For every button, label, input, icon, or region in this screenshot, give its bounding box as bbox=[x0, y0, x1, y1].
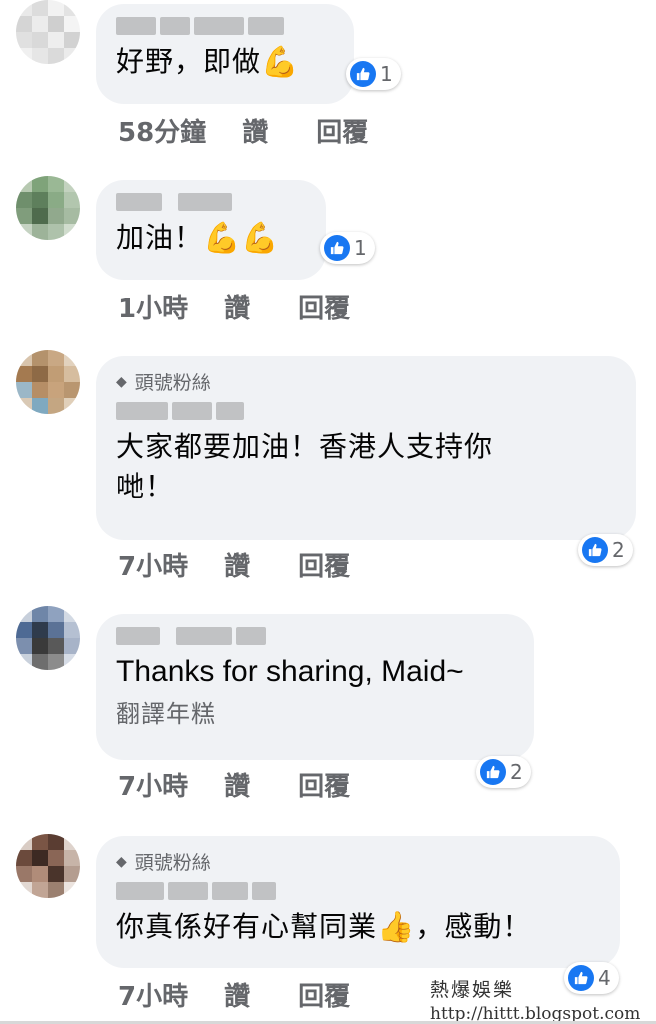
reply-link[interactable]: 回覆 bbox=[298, 976, 350, 1013]
avatar[interactable] bbox=[16, 350, 80, 414]
flexed-biceps-icon: 💪💪 bbox=[203, 221, 280, 256]
comment-text: Thanks for sharing, Maid~ bbox=[116, 655, 464, 688]
thumbs-up-icon bbox=[324, 235, 350, 261]
top-fan-badge: ◆ 頭號粉絲 bbox=[116, 852, 211, 874]
thumbs-up-icon bbox=[350, 61, 376, 87]
timestamp[interactable]: 7小時 bbox=[118, 976, 188, 1013]
comment-text: 加油！💪💪 bbox=[116, 221, 280, 256]
comment-actions: 7小時 讚 回覆 bbox=[118, 976, 398, 1013]
translate-link[interactable]: 翻譯年糕 bbox=[116, 694, 514, 729]
like-link[interactable]: 讚 bbox=[242, 112, 268, 149]
reaction-count[interactable]: 1 bbox=[346, 58, 401, 90]
comment-bubble: 好野，即做💪 bbox=[96, 4, 354, 104]
comment-actions: 58分鐘 讚 回覆 bbox=[118, 112, 416, 149]
diamond-icon: ◆ bbox=[116, 373, 127, 390]
reply-link[interactable]: 回覆 bbox=[298, 288, 350, 325]
comment-actions: 7小時 讚 回覆 bbox=[118, 766, 398, 803]
like-link[interactable]: 讚 bbox=[224, 976, 250, 1013]
avatar[interactable] bbox=[16, 606, 80, 670]
timestamp[interactable]: 1小時 bbox=[118, 288, 188, 325]
thumbs-up-icon bbox=[480, 759, 506, 785]
thumbs-up-icon bbox=[582, 537, 608, 563]
diamond-icon: ◆ bbox=[116, 853, 127, 870]
comment-bubble: 加油！💪💪 bbox=[96, 180, 326, 280]
blurred-author-name[interactable] bbox=[116, 626, 514, 646]
blurred-author-name[interactable] bbox=[116, 401, 616, 421]
comment-text: 好野，即做💪 bbox=[116, 45, 300, 80]
blurred-author-name[interactable] bbox=[116, 881, 600, 901]
watermark: 熱爆娛樂 http://hittt.blogspot.com bbox=[430, 975, 640, 1024]
timestamp[interactable]: 58分鐘 bbox=[118, 112, 206, 149]
flexed-biceps-icon: 💪 bbox=[261, 45, 300, 80]
reaction-count[interactable]: 1 bbox=[320, 232, 375, 264]
reaction-count[interactable]: 2 bbox=[476, 756, 531, 788]
comment-bubble: ◆ 頭號粉絲 大家都要加油！香港人支持你 哋！ bbox=[96, 356, 636, 540]
comment-bubble: Thanks for sharing, Maid~ 翻譯年糕 bbox=[96, 614, 534, 760]
timestamp[interactable]: 7小時 bbox=[118, 766, 188, 803]
comment-actions: 1小時 讚 回覆 bbox=[118, 288, 398, 325]
avatar[interactable] bbox=[16, 176, 80, 240]
reply-link[interactable]: 回覆 bbox=[298, 766, 350, 803]
top-fan-badge: ◆ 頭號粉絲 bbox=[116, 372, 211, 394]
blurred-author-name[interactable] bbox=[116, 192, 306, 212]
thumbs-up-emoji-icon: 👍 bbox=[377, 910, 416, 945]
like-link[interactable]: 讚 bbox=[224, 546, 250, 583]
avatar[interactable] bbox=[16, 834, 80, 898]
reaction-count[interactable]: 2 bbox=[578, 534, 633, 566]
timestamp[interactable]: 7小時 bbox=[118, 546, 188, 583]
reply-link[interactable]: 回覆 bbox=[298, 546, 350, 583]
comment-bubble: ◆ 頭號粉絲 你真係好有心幫同業👍，感動！ bbox=[96, 836, 620, 968]
like-link[interactable]: 讚 bbox=[224, 288, 250, 325]
reply-link[interactable]: 回覆 bbox=[316, 112, 368, 149]
watermark-title: 熱爆娛樂 bbox=[430, 979, 515, 1001]
comment-actions: 7小時 讚 回覆 bbox=[118, 546, 398, 583]
comment-text: 你真係好有心幫同業👍，感動！ bbox=[116, 910, 532, 945]
blurred-author-name[interactable] bbox=[116, 16, 334, 36]
comment-text: 大家都要加油！香港人支持你 哋！ bbox=[116, 430, 494, 503]
like-link[interactable]: 讚 bbox=[224, 766, 250, 803]
avatar[interactable] bbox=[16, 0, 80, 64]
